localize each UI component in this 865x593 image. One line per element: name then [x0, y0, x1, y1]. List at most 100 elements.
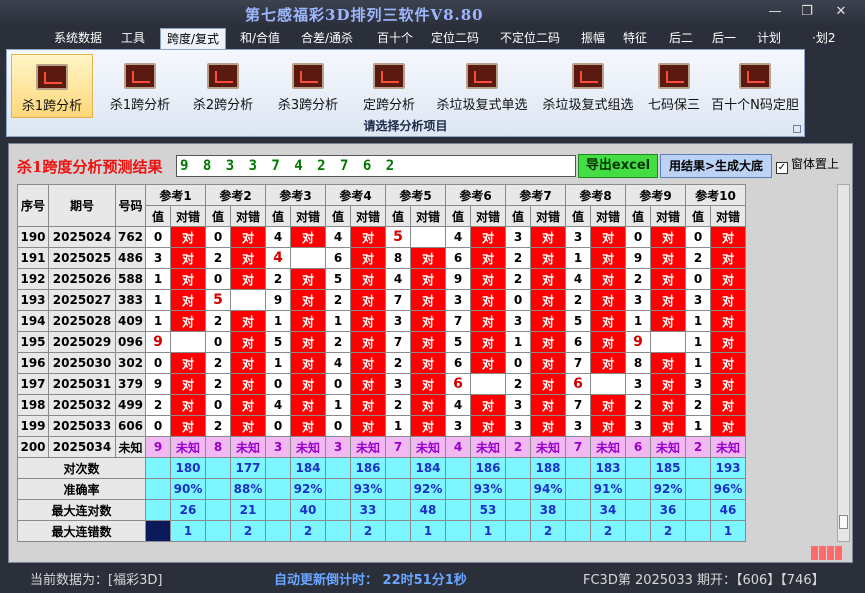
ribbon-button-label: 杀3跨分析	[277, 98, 339, 113]
stats-spacer	[565, 478, 591, 500]
ref-result: 对	[710, 247, 746, 269]
ref-result-unknown: 未知	[230, 436, 266, 458]
stats-value: 186	[350, 457, 386, 479]
seq-header: 序号	[17, 184, 49, 227]
table-row[interactable]: 192 2025026 588 1 对 0 对 2 对 5 对 4 对 9 对 2 对 4 对 2 对 0 对	[17, 268, 746, 290]
ref-result: 对	[590, 331, 626, 353]
ribbon-button-1[interactable]: 杀1跨分析	[102, 54, 178, 118]
ribbon-expand-icon[interactable]	[793, 125, 801, 133]
ref-value: 9	[145, 373, 171, 395]
ribbon-button-5[interactable]: 杀垃圾复式单选	[431, 54, 533, 118]
table-row[interactable]: 196 2025030 302 0 对 2 对 1 对 4 对 2 对 6 对 0 对 7 对 8 对 1 对	[17, 352, 746, 374]
table-row[interactable]: 197 2025031 379 9 对 2 对 0 对 0 对 3 对 6 2 对 6 3 对 3 对	[17, 373, 746, 395]
row-number: 606	[115, 415, 146, 437]
result-subheader: 对错	[170, 205, 206, 227]
ribbon-button-label: 杀垃圾复式组选	[542, 98, 634, 113]
ribbon-button-3[interactable]: 杀3跨分析	[270, 54, 346, 118]
ref-result: 对	[230, 247, 266, 269]
menu-item-7[interactable]: 不定位二码	[494, 28, 566, 49]
menu-item-12[interactable]: 计划	[751, 28, 787, 49]
ref-value: 7	[385, 289, 411, 311]
ref-result-unknown: 未知	[410, 436, 446, 458]
stats-value: 48	[410, 499, 446, 521]
ribbon-button-label: 杀1跨分析	[109, 98, 171, 113]
checkbox-check-icon[interactable]: ✓	[776, 162, 788, 174]
row-number: 383	[115, 289, 146, 311]
ref-result	[290, 247, 326, 269]
menu-item-11[interactable]: 后一	[706, 28, 742, 49]
ref-value: 4	[265, 226, 291, 248]
chart-analysis-icon	[739, 63, 771, 89]
close-icon[interactable]: ✕	[828, 3, 854, 21]
ref-value: 2	[325, 331, 351, 353]
ref-result: 对	[350, 310, 386, 332]
table-row[interactable]: 199 2025033 606 0 对 2 对 0 对 0 对 1 对 3 对 3 对 3 对 3 对 1 对	[17, 415, 746, 437]
menu-item-2[interactable]: 跨度/复式	[160, 28, 227, 49]
topmost-checkbox[interactable]: ✓ 窗体置上	[776, 155, 839, 175]
ref-result: 对	[470, 394, 506, 416]
chart-analysis-icon	[207, 63, 239, 89]
ref-value: 3	[145, 247, 171, 269]
ref-value: 2	[325, 289, 351, 311]
ref-header-7: 参考7	[505, 184, 566, 206]
ribbon-button-4[interactable]: 定跨分析	[353, 54, 425, 118]
progress-indicator	[811, 546, 851, 560]
table-row[interactable]: 194 2025028 409 1 对 2 对 1 对 1 对 3 对 7 对 3 对 5 对 1 对 1 对	[17, 310, 746, 332]
menu-item-5[interactable]: 百十个	[371, 28, 419, 49]
stats-spacer	[685, 457, 711, 479]
ribbon-button-2[interactable]: 杀2跨分析	[185, 54, 261, 118]
table-row[interactable]: 190 2025024 762 0 对 0 对 4 对 4 对 5 4 对 3 对 3 对 0 对 0 对	[17, 226, 746, 248]
stats-value: 96%	[710, 478, 746, 500]
menu-item-8[interactable]: 振幅	[575, 28, 611, 49]
vertical-scrollbar[interactable]	[837, 184, 850, 542]
ref-value: 3	[325, 436, 351, 458]
ref-value: 6	[565, 331, 591, 353]
menu-item-0[interactable]: 系统数据	[48, 28, 108, 49]
ref-result: 对	[710, 310, 746, 332]
menu-item-10[interactable]: 后二	[663, 28, 699, 49]
menu-item-13[interactable]: ·划2	[806, 28, 841, 49]
ribbon-button-6[interactable]: 杀垃圾复式组选	[537, 54, 639, 118]
ref-result: 对	[470, 268, 506, 290]
ref-value: 0	[145, 415, 171, 437]
minimize-icon[interactable]: —	[762, 3, 788, 21]
value-subheader: 值	[325, 205, 351, 227]
ref-value: 7	[565, 394, 591, 416]
scrollbar-thumb[interactable]	[839, 515, 848, 529]
ribbon-button-0[interactable]: 杀1跨分析	[11, 54, 93, 118]
menu-item-3[interactable]: 和/合值	[234, 28, 286, 49]
stats-label: 最大连对数	[17, 499, 146, 521]
menu-item-1[interactable]: 工具	[115, 28, 151, 49]
menu-item-9[interactable]: 特征	[617, 28, 653, 49]
ref-result: 对	[470, 331, 506, 353]
ref-value: 2	[505, 436, 531, 458]
table-row[interactable]: 191 2025025 486 3 对 2 对 4 6 对 8 对 6 对 2 对 1 对 9 对 2 对	[17, 247, 746, 269]
menu-item-6[interactable]: 定位二码	[425, 28, 485, 49]
export-excel-button[interactable]: 导出excel	[578, 154, 658, 178]
ribbon-button-8[interactable]: 百十个N码定胆	[709, 54, 801, 118]
ref-value: 3	[505, 415, 531, 437]
row-number: 未知	[115, 436, 146, 458]
ref-value: 8	[625, 352, 651, 374]
row-period: 2025034	[48, 436, 116, 458]
stats-value: 38	[530, 499, 566, 521]
ribbon-button-label: 定跨分析	[362, 98, 415, 113]
ref-value: 4	[445, 436, 471, 458]
row-seq: 193	[17, 289, 49, 311]
ref-value: 1	[685, 352, 711, 374]
stats-value: 34	[590, 499, 626, 521]
stats-spacer	[385, 457, 411, 479]
ribbon-button-7[interactable]: 七码保三	[641, 54, 707, 118]
table-row[interactable]: 195 2025029 096 9 0 对 5 对 2 对 7 对 5 对 1 对 6 对 9 1 对	[17, 331, 746, 353]
ref-value: 5	[265, 331, 291, 353]
prediction-result-field[interactable]: 9 8 3 3 7 4 2 7 6 2	[176, 155, 576, 177]
row-number: 499	[115, 394, 146, 416]
table-row[interactable]: 193 2025027 383 1 对 5 9 对 2 对 7 对 3 对 0 对 2 对 3 对 3 对	[17, 289, 746, 311]
table-row-pending[interactable]: 200 2025034 未知 9 未知 8 未知 3 未知 3 未知 7 未知 4 未知 2 未知 7 未知 6 未知 2…	[17, 436, 746, 458]
ref-value: 0	[685, 226, 711, 248]
table-row[interactable]: 198 2025032 499 2 对 0 对 4 对 1 对 2 对 4 对 3 对 7 对 2 对 2 对	[17, 394, 746, 416]
menu-item-4[interactable]: 合差/通杀	[295, 28, 359, 49]
ref-value: 9	[145, 436, 171, 458]
restore-icon[interactable]: ❐	[794, 3, 820, 21]
generate-base-button[interactable]: 用结果>生成大底	[660, 154, 772, 178]
